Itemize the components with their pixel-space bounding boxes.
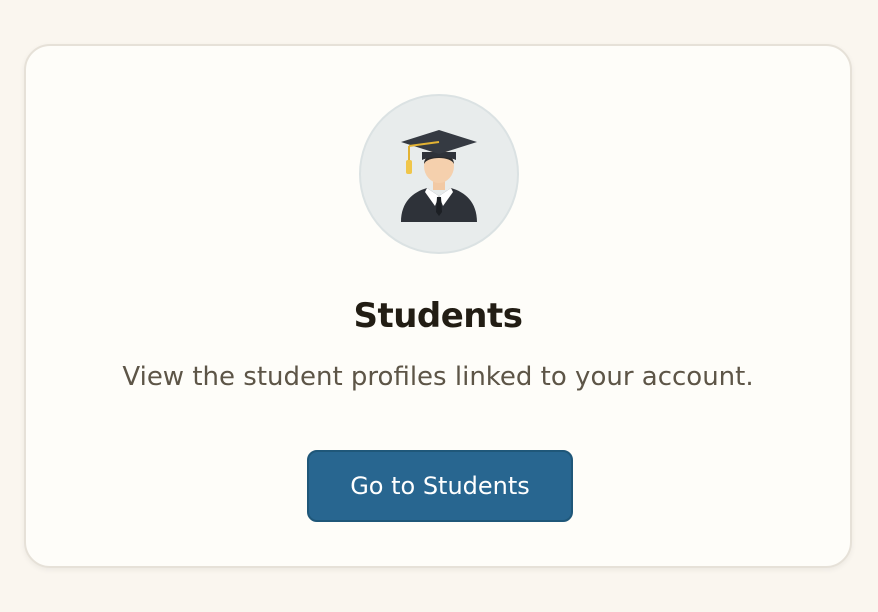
graduate-icon: [391, 122, 487, 226]
card-description: View the student profiles linked to your…: [122, 362, 754, 392]
card-title: Students: [353, 296, 523, 336]
students-card: Students View the student profiles linke…: [24, 44, 852, 568]
go-to-students-button[interactable]: Go to Students: [307, 450, 573, 522]
avatar: [359, 94, 519, 254]
